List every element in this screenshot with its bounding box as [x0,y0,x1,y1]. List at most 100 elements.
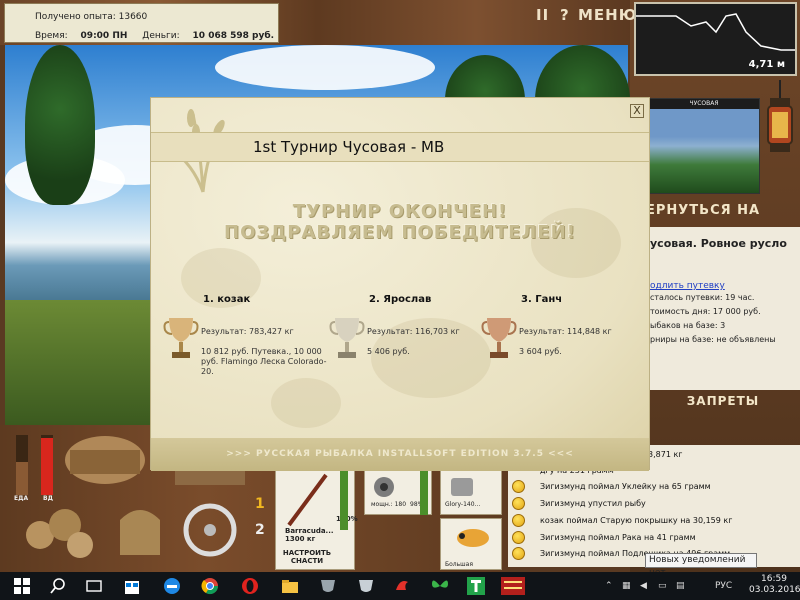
red-app-icon[interactable] [392,576,412,596]
money-label: Деньги: [142,31,180,41]
tree [25,45,95,205]
winner-name: 1. козак [203,294,251,305]
money-value: 10 068 598 руб. [192,31,275,41]
depth-value: 4,71 м [748,59,785,70]
day-cost: тоимость дня: 17 000 руб. [650,307,761,316]
cloud [215,45,435,90]
lure-size: Большая [445,561,473,568]
feed-text: козак поймал Старую покрышку на 30,159 к… [540,516,733,525]
location-title: усовая. Ровное русло [650,237,787,250]
food-bar-track [16,435,28,495]
reel-durability-bar [420,470,428,515]
silver-cup-icon [329,318,365,358]
rod-name: Barracuda... [285,527,334,535]
world-of-warships-icon[interactable] [356,576,376,596]
feed-text: Зигизмунд поймал Рака на 41 грамм [540,533,696,542]
clock[interactable]: 16:59 03.03.2016 [749,574,800,596]
winner-result: Результат: 114,848 кг [519,327,612,336]
file-explorer-icon[interactable] [280,576,300,596]
lure-slot[interactable]: Большая [440,518,502,570]
menu-button[interactable]: МЕНЮ [578,6,637,24]
time-label: Время: [35,31,68,41]
paper-stain [271,378,341,428]
search-icon[interactable] [48,576,68,596]
winner-name: 2. Ярослав [369,294,432,305]
depth-graph[interactable]: 4,71 м [634,2,797,76]
line-spool-icon [451,478,473,496]
tournaments-info: рниры на базе: не объявлены [650,335,776,344]
smile-icon [512,531,525,544]
klev-app-icon[interactable] [500,576,526,596]
winner-result: Результат: 116,703 кг [367,327,460,336]
tune-tackle-button[interactable]: НАСТРОИТЬ СНАСТИ [282,549,332,565]
winner-prize: 10 812 руб. Путевка., 10 000 руб. Flamin… [201,347,327,376]
time-value: 09:00 ПН [80,31,128,41]
winner-prize: 5 406 руб. [367,347,410,356]
extend-permit-link[interactable]: одлить путевку [650,281,725,291]
windows-taskbar: ⌃ ▦ ◀ ▭ ▤ РУС 16:59 03.03.2016 [0,572,800,600]
butterfly-icon[interactable] [430,576,450,596]
feed-row: Зигизмунд поймал Уклейку на 65 грамм [508,479,800,496]
network-icon[interactable]: ▦ [622,572,631,600]
reel-thumb-icon [374,477,394,497]
feed-text: 3,871 кг [648,450,683,459]
dialog-title: 1st Турнир Чусовая - МВ [253,138,445,156]
return-to-base-button[interactable]: ЕРНУТЬСЯ НА БАЗУ [646,198,800,244]
time-money-row: Время: 09:00 ПН Деньги: 10 068 598 руб. [35,31,274,41]
language-indicator[interactable]: РУС [715,572,732,600]
experience-row: Получено опыта: 13660 [35,12,147,22]
rod-weight: 1300 кг [285,535,316,543]
edge-icon[interactable] [162,576,182,596]
close-button[interactable]: X [630,104,644,118]
volume-icon[interactable]: ◀ [640,572,647,600]
basket-icon [65,436,145,484]
experience-value: 13660 [118,12,148,22]
winner-prize: 3 604 руб. [519,347,562,356]
battery-icon[interactable]: ▭ [658,572,667,600]
smile-icon [512,514,525,527]
clock-time: 16:59 [761,574,787,584]
reel-icon [183,503,237,557]
opera-icon[interactable] [240,576,260,596]
permit-remaining: сталось путевки: 19 час. [650,293,755,302]
notification-tooltip: Новых уведомлений нет [645,553,757,578]
feed-row: козак поймал Старую покрышку на 30,159 к… [508,513,800,530]
edition-footer: >>> РУССКАЯ РЫБАЛКА INSTALLSOFT EDITION … [151,438,649,471]
world-of-tanks-icon[interactable] [318,576,338,596]
tournament-results-dialog: 1st Турнир Чусовая - МВ X ТУРНИР ОКОНЧЕН… [150,97,650,471]
rod-slot-1[interactable]: 1 [255,496,265,512]
feed-row: Зигизмунд упустил рыбу [508,496,800,513]
feed-text: Зигизмунд поймал Уклейку на 65 грамм [540,482,711,491]
green-t-app-icon[interactable] [466,576,486,596]
smile-icon [512,480,525,493]
winner-result: Результат: 783,427 кг [201,327,294,336]
help-button[interactable]: ? [560,6,570,24]
potatoes-icon [26,509,93,558]
store-icon[interactable] [122,576,142,596]
tournament-over-heading: ТУРНИР ОКОНЧЕН! [292,201,508,222]
notification-center-icon[interactable]: ▤ [676,572,685,600]
bag-icon [120,510,160,555]
water-bar-track [41,435,53,495]
line-slot[interactable]: Glory-140... [440,470,502,515]
feed-text: Зигизмунд упустил рыбу [540,499,646,508]
winner-name: 3. Ганч [521,294,563,305]
chrome-icon[interactable] [200,576,220,596]
smile-icon [512,547,525,560]
lantern-icon [767,80,793,152]
clock-date: 03.03.2016 [749,585,800,595]
location-image: ЧУСОВАЯ [648,98,760,194]
pause-button[interactable]: II [536,6,549,24]
experience-label: Получено опыта: [35,12,116,22]
task-view-icon[interactable] [84,576,104,596]
bans-button[interactable]: ЗАПРЕТЫ [646,390,800,412]
food-label: ЕДА [14,495,29,502]
food-bar [16,462,28,495]
tray-chevron-icon[interactable]: ⌃ [605,572,613,600]
windows-start-icon[interactable] [12,576,32,596]
line-name: Glory-140... [445,501,481,508]
location-info-panel: усовая. Ровное русло одлить путевку стал… [646,227,800,390]
gold-cup-icon [163,318,199,358]
rod-slot-2[interactable]: 2 [255,522,265,538]
smile-icon [512,497,525,510]
